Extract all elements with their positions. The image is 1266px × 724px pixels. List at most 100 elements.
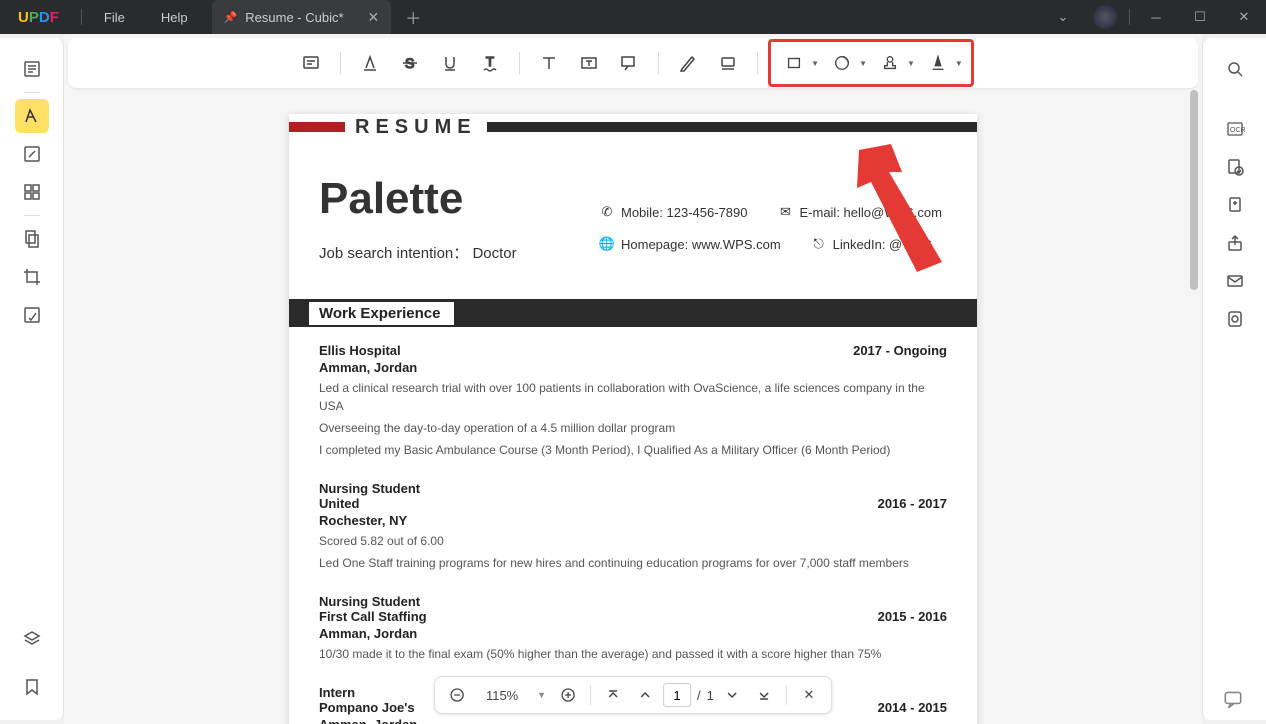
entry-location: Rochester, NY [319, 513, 947, 528]
entry-title: Ellis Hospital [319, 343, 401, 358]
entry-location: Amman, Jordan [319, 717, 947, 724]
separator [1129, 9, 1130, 25]
user-avatar[interactable] [1093, 5, 1117, 29]
entry-sub: First Call Staffing [319, 609, 427, 624]
entry-bullet: Led a clinical research trial with over … [319, 379, 947, 415]
resume-banner: RESUME [345, 116, 487, 139]
entry-dates: 2016 - 2017 [878, 496, 947, 511]
entry-dates: 2014 - 2015 [878, 700, 947, 715]
job-label: Job search intention： [319, 245, 468, 262]
right-sidebar: OCR [1202, 38, 1266, 720]
dropdown-icon[interactable]: ⌄ [1041, 0, 1085, 34]
pin-icon: 📌 [224, 11, 238, 24]
text-icon[interactable] [530, 44, 568, 82]
svg-text:OCR: OCR [1230, 127, 1245, 134]
entry-sub: United [319, 496, 359, 511]
document-tab[interactable]: 📌 Resume - Cubic* ✕ [212, 0, 392, 34]
close-tab-icon[interactable]: ✕ [368, 9, 380, 26]
page-total: 1 [707, 688, 714, 703]
entry-title: Intern [319, 685, 355, 700]
reader-mode-icon[interactable] [15, 52, 49, 86]
mobile-text: Mobile: 123-456-7890 [621, 205, 747, 220]
linkedin-text: LinkedIn: @WPS [833, 237, 932, 252]
last-page-button[interactable] [750, 681, 778, 709]
close-pagectrl-button[interactable]: ✕ [795, 681, 823, 709]
entry-location: Amman, Jordan [319, 360, 947, 375]
crop-icon[interactable] [15, 260, 49, 294]
scrollbar[interactable] [1190, 90, 1198, 290]
left-sidebar [0, 38, 64, 720]
layers-icon[interactable] [15, 622, 49, 656]
pencil-icon[interactable] [669, 44, 707, 82]
textbox-icon[interactable] [570, 44, 608, 82]
entry-dates: 2017 - Ongoing [853, 343, 947, 358]
minimize-button[interactable]: ─ [1134, 0, 1178, 34]
comment-panel-icon[interactable] [1222, 688, 1244, 710]
tab-title: Resume - Cubic* [245, 10, 343, 25]
email-icon[interactable] [1218, 264, 1252, 298]
pdf-page[interactable]: RESUME Palette Job search intention： Doc… [289, 114, 977, 724]
caret-down-icon[interactable]: ▼ [859, 59, 867, 68]
menu-file[interactable]: File [86, 10, 143, 25]
document-scroll[interactable]: RESUME Palette Job search intention： Doc… [64, 92, 1202, 724]
homepage-text: Homepage: www.WPS.com [621, 237, 781, 252]
highlight-icon[interactable] [351, 44, 389, 82]
sticker-icon[interactable] [823, 44, 861, 82]
comment-mode-icon[interactable] [15, 99, 49, 133]
entry-bullet: Led One Staff training programs for new … [319, 554, 947, 572]
entry-title: Nursing Student [319, 594, 420, 609]
caret-down-icon[interactable]: ▼ [955, 59, 963, 68]
entry-location: Amman, Jordan [319, 626, 947, 641]
form-icon[interactable] [15, 298, 49, 332]
callout-icon[interactable] [610, 44, 648, 82]
caret-down-icon[interactable]: ▼ [907, 59, 915, 68]
page-sep: / [697, 688, 701, 703]
zoom-caret-icon[interactable]: ▼ [533, 690, 550, 700]
stamp-icon[interactable] [871, 44, 909, 82]
maximize-button[interactable]: ☐ [1178, 0, 1222, 34]
caret-down-icon[interactable]: ▼ [811, 59, 819, 68]
menu-help[interactable]: Help [143, 10, 206, 25]
entry-bullet: I completed my Basic Ambulance Course (3… [319, 441, 947, 459]
ocr-icon[interactable]: OCR [1218, 112, 1252, 146]
edit-mode-icon[interactable] [15, 137, 49, 171]
new-tab-button[interactable]: ＋ [391, 5, 435, 29]
zoom-in-button[interactable] [554, 681, 582, 709]
titlebar: UPDF File Help 📌 Resume - Cubic* ✕ ＋ ⌄ ─… [0, 0, 1266, 34]
signature-icon[interactable] [919, 44, 957, 82]
annotation-toolbar: S T ▼ ▼ ▼ ▼ [68, 38, 1198, 88]
email-text: E-mail: hello@WPS.com [799, 205, 942, 220]
entry-bullet: Scored 5.82 out of 6.00 [319, 532, 947, 550]
search-icon[interactable] [1218, 52, 1252, 86]
note-icon[interactable] [292, 44, 330, 82]
organize-mode-icon[interactable] [15, 175, 49, 209]
entry-sub: Pompano Joe's [319, 700, 415, 715]
page-input[interactable] [663, 683, 691, 707]
shape-tools-group: ▼ ▼ ▼ ▼ [768, 39, 974, 87]
app-logo: UPDF [0, 9, 77, 26]
prev-page-button[interactable] [631, 681, 659, 709]
strikethrough-icon[interactable]: S [391, 44, 429, 82]
next-page-button[interactable] [718, 681, 746, 709]
convert-icon[interactable] [1218, 150, 1252, 184]
separator [81, 9, 82, 25]
page-control-bar: 115% ▼ / 1 ✕ [434, 676, 832, 714]
underline-icon[interactable] [431, 44, 469, 82]
section-title: Work Experience [309, 302, 454, 325]
eraser-icon[interactable] [709, 44, 747, 82]
entry-title: Nursing Student [319, 481, 420, 496]
zoom-out-button[interactable] [443, 681, 471, 709]
squiggly-icon[interactable]: T [471, 44, 509, 82]
compress-icon[interactable] [1218, 188, 1252, 222]
bookmark-icon[interactable] [15, 670, 49, 704]
print-icon[interactable] [1218, 302, 1252, 336]
document-area: S T ▼ ▼ ▼ ▼ RESUME [64, 34, 1202, 724]
mail-icon: ✉ [777, 204, 793, 220]
page-tools-icon[interactable] [15, 222, 49, 256]
share-icon[interactable] [1218, 226, 1252, 260]
zoom-level: 115% [475, 688, 529, 703]
entry-dates: 2015 - 2016 [878, 609, 947, 624]
close-window-button[interactable]: ✕ [1222, 0, 1266, 34]
rectangle-icon[interactable] [775, 44, 813, 82]
first-page-button[interactable] [599, 681, 627, 709]
